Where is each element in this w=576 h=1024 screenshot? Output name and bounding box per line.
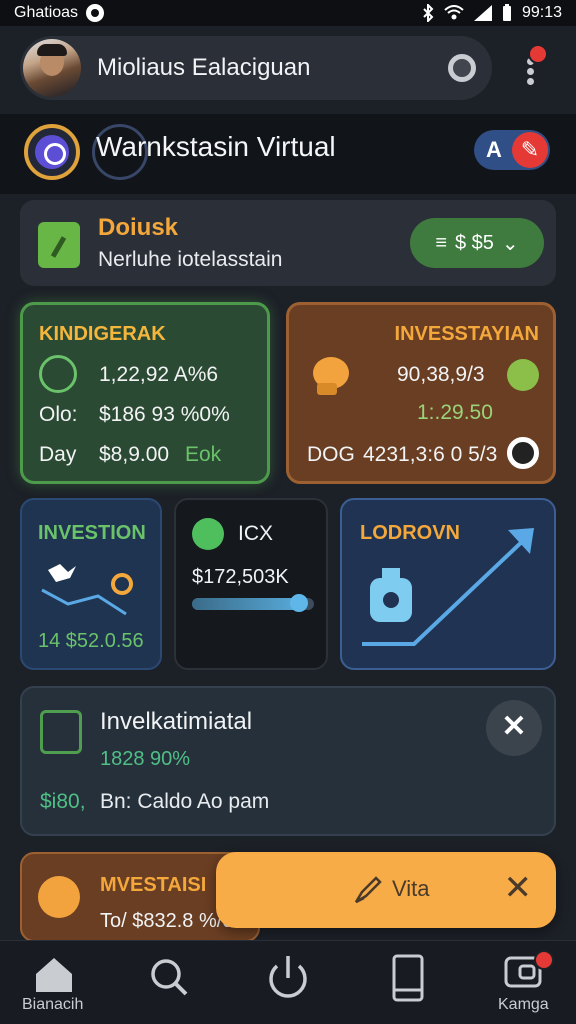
search-icon <box>151 959 188 996</box>
icx-progress-slider[interactable] <box>192 594 314 612</box>
kinder-title: KINDIGERAK <box>39 323 166 345</box>
slider-knob[interactable] <box>290 594 309 612</box>
close-button[interactable]: ✕ <box>486 700 542 756</box>
chevron-down-icon: ⌄ <box>501 232 519 255</box>
wifi-icon <box>444 5 464 20</box>
investion-title: INVESTION <box>38 522 146 544</box>
pen-icon <box>354 876 382 904</box>
app-logo-icon[interactable] <box>24 124 80 180</box>
invest-row2: 1:.29.50 <box>417 401 493 424</box>
kinder-row2-label: Olo: <box>39 403 78 426</box>
close-icon: ✕ <box>501 710 527 743</box>
nav-home-label: Bianacih <box>22 996 84 1013</box>
trend-chart-icon <box>41 564 133 616</box>
power-icon <box>269 956 307 998</box>
notification-badge <box>528 44 548 64</box>
nav-search[interactable] <box>140 952 200 1012</box>
signal-icon <box>473 5 492 21</box>
action-letter: A <box>486 137 502 162</box>
app-action-button[interactable]: A ✎ <box>474 130 550 170</box>
nav-wallet-badge <box>534 950 554 970</box>
slider-fill <box>192 598 300 610</box>
battery-icon <box>502 4 511 21</box>
invest-row3-label: DOG <box>307 443 355 466</box>
mvestaisi-title: MVESTAISI <box>100 874 207 896</box>
document-subtitle: Nerluhe iotelasstain <box>98 248 283 271</box>
investment-panel[interactable]: Invelkatimiatal 1828 90% $i80, Bn: Caldo… <box>20 686 556 836</box>
invest-row1: 90,38,9/3 <box>397 363 485 386</box>
messenger-icon <box>86 4 105 22</box>
status-bar: Ghatioas 99:13 <box>0 0 576 26</box>
amount-dropdown[interactable]: ≡ $ $5 ⌄ <box>410 218 544 268</box>
icx-value: $172,503K <box>192 566 289 588</box>
kinder-row1: 1,22,92 A%6 <box>99 363 219 386</box>
amount-value: $ $5 <box>454 231 494 254</box>
invest-card[interactable]: INVESSTAYIAN 90,38,9/3 1:.29.50 DOG 4231… <box>286 302 556 484</box>
kinder-row3-label: Day <box>39 443 77 466</box>
calculator-icon <box>39 355 77 393</box>
lodrovn-card[interactable]: LODROVN <box>340 498 556 670</box>
profile-header[interactable]: Mioliaus Ealaciguan <box>20 36 492 100</box>
shield-check-icon <box>192 518 224 550</box>
nav-power[interactable] <box>258 952 318 1012</box>
edit-document-icon <box>40 710 82 754</box>
bluetooth-icon <box>423 4 434 22</box>
list-icon: ≡ <box>435 231 447 254</box>
overflow-menu-icon[interactable] <box>522 44 548 88</box>
profile-toggle-icon[interactable] <box>448 54 476 82</box>
investment-percent: 1828 90% <box>100 748 191 770</box>
toast-label: Vita <box>392 876 430 901</box>
jar-icon <box>370 568 412 622</box>
kinder-row3-suffix: Eok <box>185 443 222 466</box>
kinder-row3-value: $8,9.00 <box>99 443 170 466</box>
investment-amount: $i80, <box>40 790 86 813</box>
nav-wallet-label: Kamga <box>498 996 549 1013</box>
kinder-row2-value: $186 93 %0% <box>99 403 230 426</box>
carrier-text: Ghatioas <box>14 4 79 21</box>
investment-title: Invelkatimiatal <box>100 708 253 735</box>
icx-card[interactable]: ICX $172,503K <box>174 498 328 670</box>
toast-notification[interactable]: Vita ✕ <box>216 852 556 928</box>
home-icon <box>36 958 72 992</box>
invest-title: INVESSTAYIAN <box>394 323 539 345</box>
investion-card[interactable]: INVESTION 14 $52.0.56 <box>20 498 162 670</box>
invest-row3-value: 4231,3:6 0 5/3 <box>363 443 498 466</box>
investment-note: Bn: Caldo Ao pam <box>100 790 270 813</box>
document-title: Doiusk <box>98 214 179 241</box>
profile-name: Mioliaus Ealaciguan <box>97 54 311 81</box>
nav-device[interactable] <box>378 952 438 1012</box>
icx-title: ICX <box>238 522 274 545</box>
toast-close-icon[interactable]: ✕ <box>504 868 533 908</box>
clock-text: 99:13 <box>521 4 562 21</box>
face-icon <box>507 359 539 391</box>
ring-icon <box>507 437 539 469</box>
boxing-glove-icon <box>313 357 349 395</box>
phone-icon <box>392 954 424 1002</box>
kinder-card[interactable]: KINDIGERAK 1,22,92 A%6 Olo: $186 93 %0% … <box>20 302 270 484</box>
document-panel[interactable]: Doiusk Nerluhe iotelasstain ≡ $ $5 ⌄ <box>20 200 556 286</box>
avatar[interactable] <box>23 39 81 97</box>
mvestaisi-subtitle: To/ $832.8 %/o <box>100 910 234 932</box>
app-title: Warnkstasin Virtual <box>96 131 336 162</box>
investion-value: 14 $52.0.56 <box>38 630 144 652</box>
document-icon <box>38 222 80 268</box>
hand-icon <box>38 876 80 918</box>
edit-icon: ✎ <box>512 132 548 168</box>
